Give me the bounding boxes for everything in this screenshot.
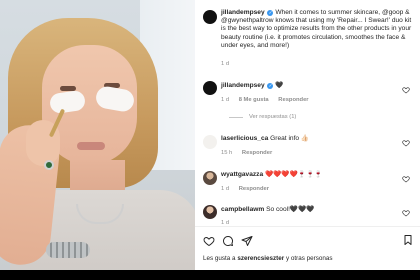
verified-badge-icon: ✓: [267, 10, 274, 16]
instagram-post-screenshot: jillandempsey ✓ When it comes to summer …: [0, 0, 420, 280]
bookmark-icon[interactable]: [402, 234, 414, 246]
view-replies-label[interactable]: Ver respuestas (1): [249, 114, 296, 120]
divider-line: [229, 116, 243, 118]
heart-icon[interactable]: [402, 86, 410, 94]
comment-meta: 15 h Responder: [221, 150, 280, 156]
liked-by-user[interactable]: szerencsieszter: [237, 255, 284, 262]
comment-meta: 1 d 8 Me gusta Responder: [221, 97, 317, 103]
comment: laserlicious_ca Great info 👍🏻 15 h Respo…: [203, 133, 414, 161]
comment-text: laserlicious_ca Great info 👍🏻: [221, 135, 414, 143]
comment-body: Great info 👍🏻: [270, 135, 310, 142]
share-icon[interactable]: [241, 235, 253, 247]
comment-body: So cool!🖤🖤🖤: [266, 206, 315, 213]
avatar[interactable]: [203, 10, 217, 24]
caption-age: 1 d: [221, 61, 230, 67]
comment-username[interactable]: wyattgavazza: [221, 171, 263, 178]
caption-meta: 1 d: [221, 61, 237, 67]
avatar[interactable]: [203, 205, 217, 219]
comment-meta: 1 d Responder: [221, 186, 277, 192]
comment-body: ❤️❤️❤️❤️🍷🍷🍷: [265, 171, 323, 178]
comment-text: campbellawm So cool!🖤🖤🖤: [221, 206, 414, 214]
caption-username[interactable]: jillandempsey: [221, 9, 265, 16]
comment-icon[interactable]: [222, 235, 234, 247]
reply-button[interactable]: Responder: [278, 97, 308, 103]
reply-button[interactable]: Responder: [242, 150, 272, 156]
view-replies[interactable]: Ver respuestas (1): [229, 114, 296, 120]
avatar[interactable]: [203, 135, 217, 149]
bottom-black-bar: [0, 270, 420, 280]
verified-badge-icon: ✓: [267, 83, 274, 89]
heart-icon[interactable]: [402, 209, 410, 217]
comment-username[interactable]: laserlicious_ca: [221, 135, 268, 142]
lips: [77, 142, 105, 150]
liked-by-suffix[interactable]: y otras personas: [284, 255, 333, 262]
comment-age: 1 d: [221, 97, 230, 103]
comment-text: wyattgavazza ❤️❤️❤️❤️🍷🍷🍷: [221, 171, 414, 179]
heart-icon[interactable]: [203, 235, 215, 247]
comment-username[interactable]: jillandempsey: [221, 82, 265, 89]
comment: jillandempsey ✓ 🖤 1 d 8 Me gusta Respond…: [203, 80, 414, 125]
comment: campbellawm So cool!🖤🖤🖤 1 d: [203, 204, 414, 226]
liked-by-prefix: Les gusta a: [203, 255, 238, 262]
comment-text: jillandempsey ✓ 🖤: [221, 82, 414, 90]
post-comments-panel: jillandempsey ✓ When it comes to summer …: [195, 0, 420, 270]
comment-age: 15 h: [221, 150, 233, 156]
avatar[interactable]: [203, 171, 217, 185]
heart-icon[interactable]: [402, 139, 410, 147]
caption: jillandempsey ✓ When it comes to summer …: [203, 9, 414, 69]
caption-text: jillandempsey ✓ When it comes to summer …: [221, 9, 414, 50]
comment-body: 🖤: [275, 82, 284, 89]
actions-divider: [195, 226, 420, 227]
comment-username[interactable]: campbellawm: [221, 206, 264, 213]
heart-icon[interactable]: [402, 175, 410, 183]
liked-by: Les gusta a szerencsieszter y otras pers…: [203, 255, 333, 262]
reply-button[interactable]: Responder: [239, 186, 269, 192]
post-video[interactable]: [0, 0, 195, 270]
comment-age: 1 d: [221, 186, 230, 192]
bracelet: [46, 242, 90, 258]
comment: wyattgavazza ❤️❤️❤️❤️🍷🍷🍷 1 d Responder: [203, 169, 414, 197]
avatar[interactable]: [203, 81, 217, 95]
post-actions: [203, 234, 253, 248]
ring: [44, 160, 54, 170]
comment-likes[interactable]: 8 Me gusta: [239, 97, 269, 103]
